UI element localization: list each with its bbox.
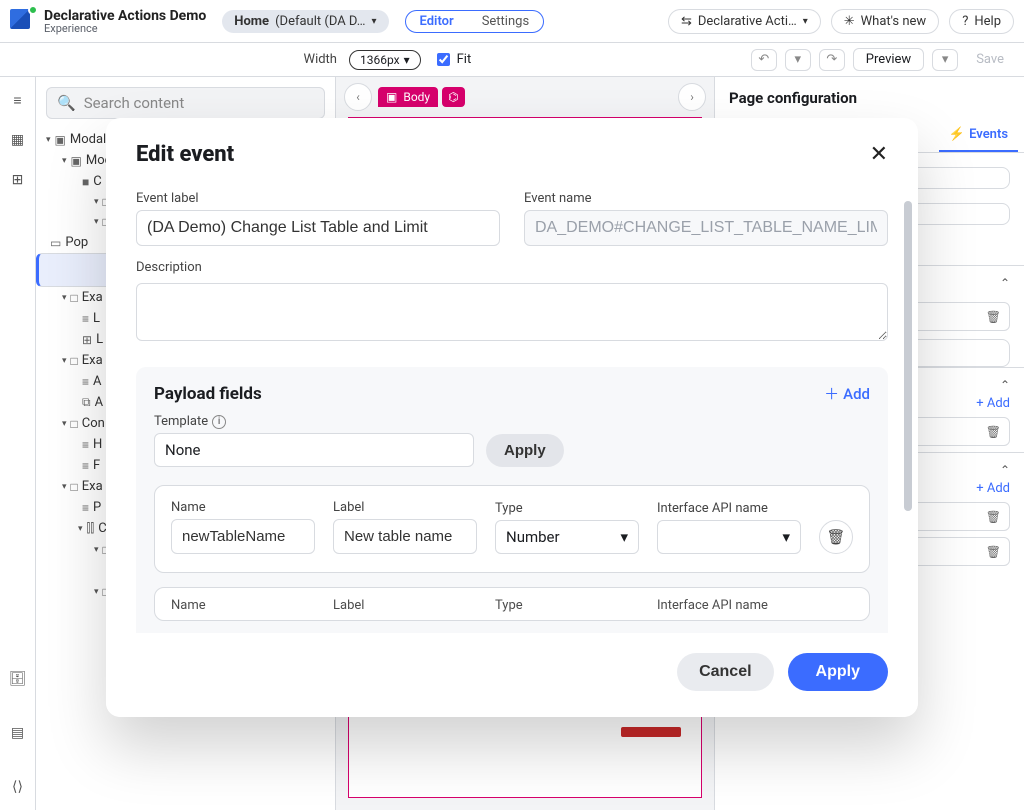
col-type-label: Type [495, 501, 639, 516]
event-label-label: Event label [136, 191, 500, 206]
event-label-input[interactable] [136, 210, 500, 246]
description-label: Description [136, 260, 888, 275]
plus-icon: ＋ [824, 383, 839, 404]
payload-field-row: Name Label Type Interface API name [154, 587, 870, 621]
chevron-down-icon: ▾ [782, 528, 790, 546]
payload-fields-title: Payload fields [154, 384, 262, 404]
cancel-button[interactable]: Cancel [677, 653, 773, 691]
template-apply-button[interactable]: Apply [486, 434, 564, 467]
field-name-input[interactable] [171, 519, 315, 554]
add-payload-field[interactable]: ＋ Add [824, 383, 870, 404]
template-label: Template [154, 414, 208, 429]
col-label-label: Label [333, 500, 477, 515]
field-api-select[interactable]: ▾ [657, 520, 801, 554]
event-name-label: Event name [524, 191, 888, 206]
field-label-input[interactable] [333, 519, 477, 554]
col-name-label: Name [171, 500, 315, 515]
scrollbar-thumb[interactable] [904, 201, 912, 511]
field-type-select[interactable]: Number ▾ [495, 520, 639, 554]
apply-button[interactable]: Apply [788, 653, 888, 691]
modal-overlay: Edit event ✕ Event label Event name Desc… [0, 0, 1024, 810]
payload-field-row: Name Label Type Number ▾ [154, 485, 870, 573]
modal-title: Edit event [136, 142, 234, 167]
close-icon[interactable]: ✕ [870, 142, 888, 167]
event-name-input [524, 210, 888, 246]
modal-footer: Cancel Apply [106, 633, 918, 717]
col-api-label: Interface API name [657, 501, 801, 516]
edit-event-modal: Edit event ✕ Event label Event name Desc… [106, 118, 918, 717]
payload-fields-card: Payload fields ＋ Add Template i None [136, 367, 888, 633]
delete-field-button[interactable]: 🗑 [819, 520, 853, 554]
chevron-down-icon: ▾ [620, 528, 628, 546]
template-select[interactable]: None [154, 433, 474, 467]
info-icon[interactable]: i [212, 415, 226, 429]
description-textarea[interactable] [136, 283, 888, 341]
